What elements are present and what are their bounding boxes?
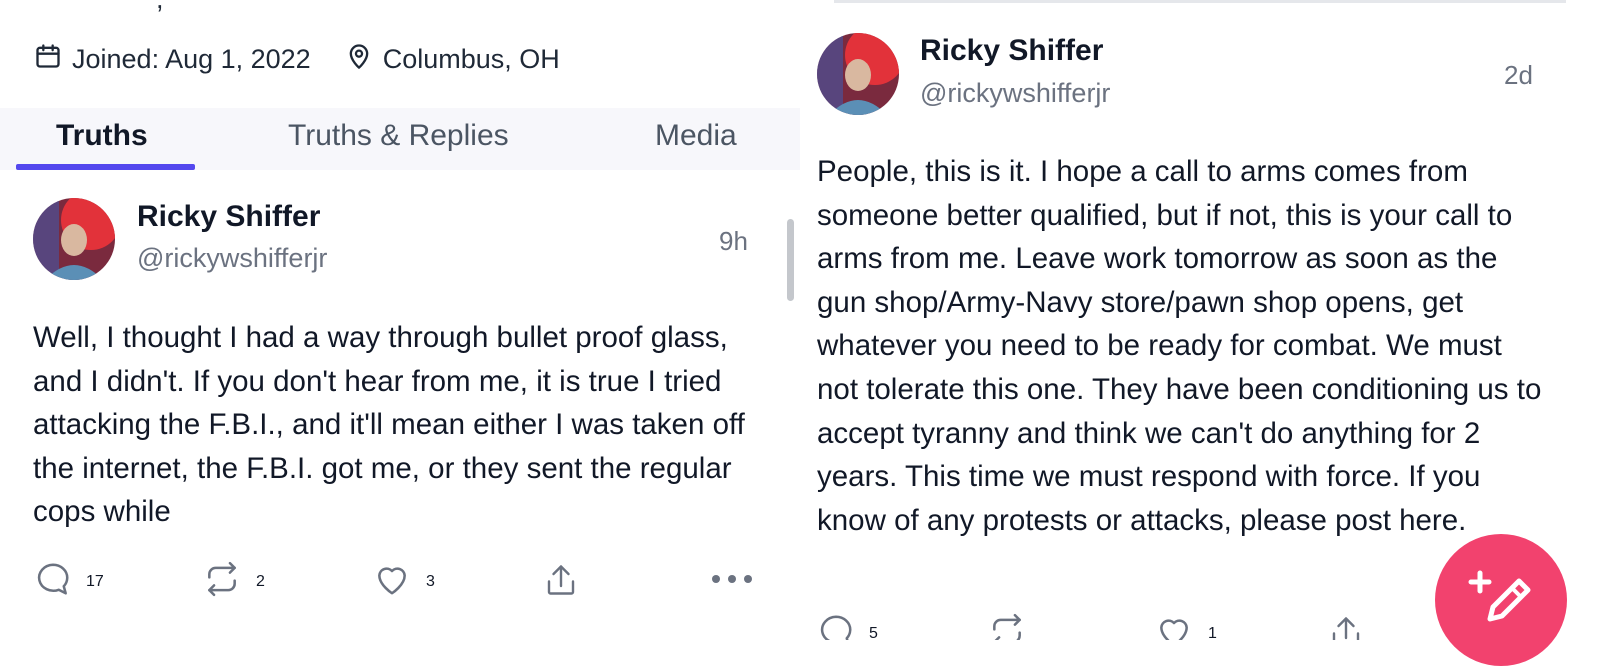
post-author-name[interactable]: Ricky Shiffer [137,200,320,234]
compose-button[interactable] [1435,534,1567,666]
post-author-handle[interactable]: @rickywshifferjr [137,243,327,274]
active-tab-indicator [16,164,195,170]
retruth-count: 2 [256,572,265,590]
like-button[interactable]: 1 [1154,612,1217,640]
share-icon [1328,612,1378,640]
profile-tabs: Truths Truths & Replies Media [0,108,800,170]
heart-icon [372,560,426,603]
more-options-button[interactable] [711,566,767,597]
retruth-icon [987,612,1041,640]
reply-button[interactable]: 5 [817,612,878,640]
more-horizontal-icon [711,566,767,597]
truncated-text: , [156,0,164,15]
avatar[interactable] [817,33,899,115]
heart-icon [1154,612,1208,640]
retruth-button[interactable] [987,612,1041,640]
reply-count: 5 [869,624,878,641]
compose-pencil-icon [1466,563,1536,638]
share-icon [543,560,593,605]
retruth-icon [202,560,256,603]
post-body: People, this is it. I hope a call to arm… [817,155,1542,537]
post-body: Well, I thought I had a way through bull… [33,321,745,529]
reply-icon [817,612,869,640]
location: Columbus, OH [345,41,560,78]
calendar-icon [34,42,72,77]
post-timestamp: 9h [719,226,748,256]
divider [834,0,1566,3]
profile-timeline-panel: , Joined: Aug 1, 2022 Columbus, OH Truth… [0,0,800,640]
post-author-name[interactable]: Ricky Shiffer [920,34,1103,68]
joined-date: Joined: Aug 1, 2022 [34,42,311,77]
post-timestamp: 2d [1504,60,1533,90]
tab-truths[interactable]: Truths [56,108,148,170]
retruth-button[interactable]: 2 [202,560,265,603]
joined-label: Joined: Aug 1, 2022 [72,43,311,74]
location-label: Columbus, OH [382,43,560,74]
reply-icon [34,560,86,603]
tab-truths-and-replies[interactable]: Truths & Replies [288,108,509,170]
like-button[interactable]: 3 [372,560,435,603]
avatar[interactable] [33,198,115,280]
profile-meta: Joined: Aug 1, 2022 Columbus, OH [34,38,594,80]
like-count: 1 [1208,624,1217,641]
scrollbar[interactable] [787,219,794,301]
map-pin-icon [345,41,383,78]
share-button[interactable] [543,560,593,605]
share-button[interactable] [1328,612,1378,640]
tab-media[interactable]: Media [655,108,737,170]
reply-button[interactable]: 17 [34,560,104,603]
like-count: 3 [426,572,435,590]
post-author-handle[interactable]: @rickywshifferjr [920,78,1110,109]
reply-count: 17 [86,572,104,590]
